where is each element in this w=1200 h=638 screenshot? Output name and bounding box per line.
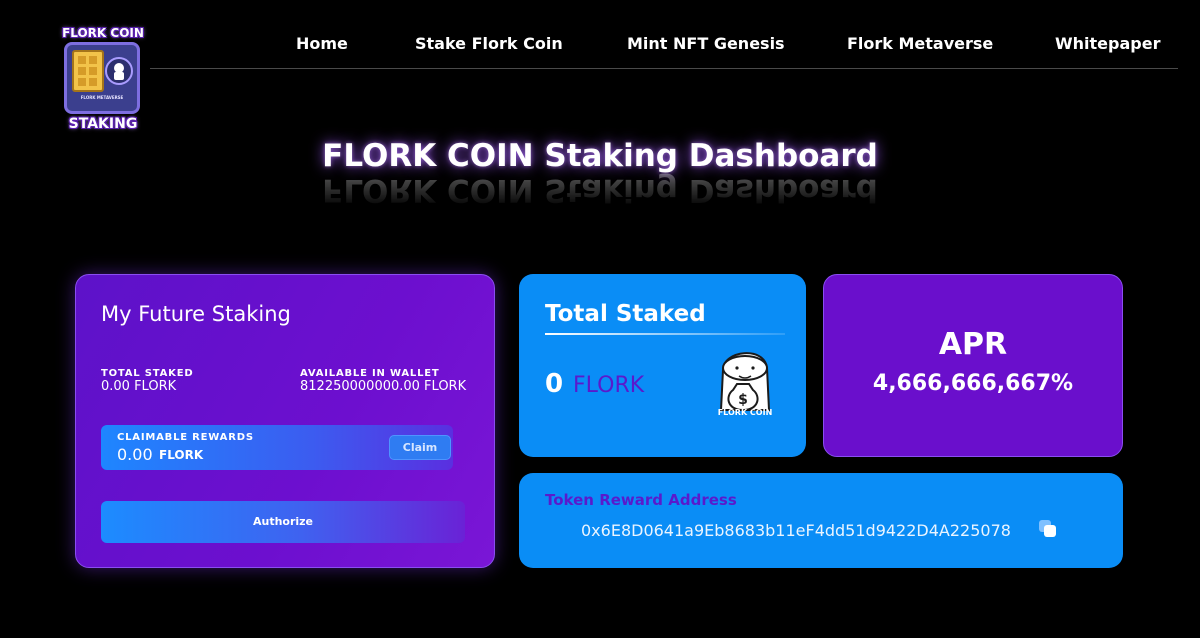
authorize-button[interactable]: Authorize (101, 501, 465, 543)
total-staked-value: 0.00 FLORK (101, 379, 177, 394)
apr-label: APR (938, 327, 1008, 362)
copy-icon[interactable] (1037, 518, 1059, 540)
top-nav: Home Stake Flork Coin Mint NFT Genesis F… (0, 0, 1200, 70)
logo-caption: FLORK METAVERSE (80, 95, 124, 100)
token-reward-label: Token Reward Address (545, 491, 737, 509)
claimable-rewards-box: CLAIMABLE REWARDS 0.00 FLORK Claim (101, 425, 453, 470)
available-in-wallet-value: 812250000000.00 FLORK (300, 379, 467, 394)
nav-home[interactable]: Home (296, 34, 348, 53)
mascot-caption: FLORK COIN (717, 408, 773, 417)
claimable-rewards-value: 0.00 (117, 445, 153, 464)
nav-stake-flork-coin[interactable]: Stake Flork Coin (415, 34, 563, 53)
token-reward-address[interactable]: 0x6E8D0641a9Eb8683b11eF4dd51d9422D4A2250… (581, 521, 1011, 540)
staking-panel-title: My Future Staking (101, 302, 291, 326)
staking-panel: My Future Staking TOTAL STAKED 0.00 FLOR… (75, 274, 495, 568)
claimable-rewards-unit: FLORK (159, 448, 204, 462)
total-staked-label: TOTAL STAKED (101, 368, 194, 379)
token-reward-card: Token Reward Address 0x6E8D0641a9Eb8683b… (519, 473, 1123, 568)
nav-mint-nft-genesis[interactable]: Mint NFT Genesis (627, 34, 785, 53)
total-staked-amount: 0 (545, 369, 564, 399)
svg-text:$: $ (738, 392, 748, 408)
available-in-wallet-label: AVAILABLE IN WALLET (300, 368, 440, 379)
total-staked-unit: FLORK (573, 373, 645, 398)
total-staked-card: Total Staked 0 FLORK $ FLORK COIN (519, 274, 806, 457)
apr-card: APR 4,666,666,667% (823, 274, 1123, 457)
nav-divider (150, 68, 1178, 69)
total-staked-underline (545, 333, 785, 335)
apr-value: 4,666,666,667% (872, 371, 1074, 396)
claim-button[interactable]: Claim (389, 435, 451, 460)
page-title-reflection: FLORK COIN Staking Dashboard (322, 172, 878, 208)
page-title: FLORK COIN Staking Dashboard (322, 138, 878, 174)
total-staked-title: Total Staked (545, 301, 706, 327)
logo-bottom-text: STAKING (68, 116, 138, 132)
nav-whitepaper[interactable]: Whitepaper (1055, 34, 1160, 53)
claimable-rewards-label: CLAIMABLE REWARDS (117, 432, 254, 443)
nav-flork-metaverse[interactable]: Flork Metaverse (847, 34, 993, 53)
